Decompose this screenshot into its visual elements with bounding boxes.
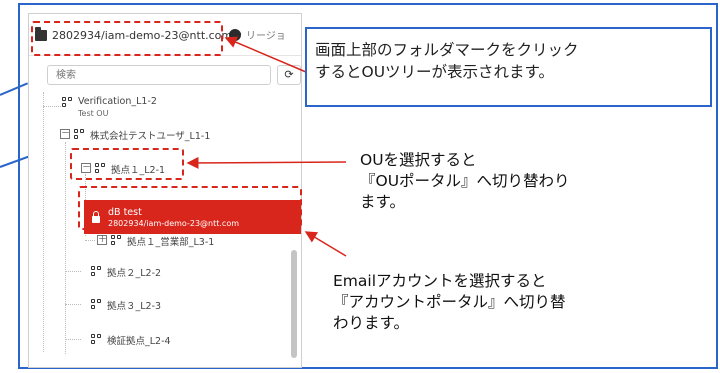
collapse-toggle[interactable]: － (60, 129, 70, 139)
tree-guide-line (85, 240, 95, 241)
account-highlight-box (78, 186, 302, 230)
email-callout: Emailアカウントを選択すると 『アカウントポータル』へ切り替 わります。 (333, 271, 566, 334)
scrollbar[interactable] (291, 250, 297, 358)
tree-node-company[interactable]: － 株式会社テストユーザ_L1-1 (60, 128, 210, 142)
ou-callout-line1: OUを選択すると (360, 151, 477, 169)
refresh-button[interactable]: ⟳ (277, 65, 301, 85)
refresh-icon: ⟳ (284, 68, 294, 81)
node-label: Verification_L1-2 (78, 96, 157, 107)
globe-icon (229, 28, 241, 41)
folder-callout-line1: 画面上部のフォルダマークをクリック (315, 41, 579, 59)
tree-guide-line (43, 92, 44, 352)
tree-node-sales[interactable]: ＋ 拠点１_営業部_L3-1 (97, 234, 214, 248)
node-label: 検証拠点_L2-4 (107, 336, 171, 347)
org-unit-icon (91, 299, 102, 310)
ou-highlight-box (70, 148, 184, 180)
email-callout-line1: Emailアカウントを選択すると (333, 272, 547, 290)
node-sublabel: Test OU (78, 109, 109, 118)
org-unit-icon (74, 129, 85, 140)
node-label: 株式会社テストユーザ_L1-1 (90, 131, 211, 142)
org-unit-icon (62, 97, 73, 108)
node-label: 拠点１_営業部_L3-1 (127, 237, 215, 248)
tree-node-base2[interactable]: 拠点２_L2-2 (91, 265, 161, 279)
expand-toggle[interactable]: ＋ (97, 235, 107, 245)
folder-highlight-box (31, 21, 223, 56)
tree-node-verify-base[interactable]: 検証拠点_L2-4 (91, 333, 171, 347)
folder-callout: 画面上部のフォルダマークをクリック するとOUツリーが表示されます。 (305, 27, 712, 107)
email-callout-line3: わります。 (333, 313, 409, 332)
tree-guide-line (65, 304, 81, 305)
tree-guide-line (65, 142, 66, 354)
region-label: リージョ (246, 31, 286, 42)
ou-callout-line2: 『OUポータル』へ切り替わり (360, 171, 570, 190)
tree-node-verification[interactable]: Verification_L1-2 Test OU (62, 96, 157, 118)
org-unit-icon (91, 266, 102, 277)
email-callout-line2: 『アカウントポータル』へ切り替 (333, 292, 566, 311)
tree-guide-line (65, 339, 81, 340)
org-unit-icon (111, 235, 122, 246)
org-unit-icon (91, 334, 102, 345)
tree-guide-line (65, 271, 81, 272)
folder-callout-line2: するとOUツリーが表示されます。 (315, 63, 554, 82)
region-selector[interactable]: リージョ (229, 27, 286, 42)
tree-guide-line (43, 106, 61, 107)
ou-callout: OUを選択すると 『OUポータル』へ切り替わり ます。 (360, 150, 570, 213)
search-input[interactable] (47, 65, 271, 85)
ou-callout-line3: ます。 (360, 192, 405, 211)
node-label: 拠点２_L2-2 (107, 268, 162, 279)
node-label: 拠点３_L2-3 (107, 301, 162, 312)
tree-node-base3[interactable]: 拠点３_L2-3 (91, 298, 161, 312)
